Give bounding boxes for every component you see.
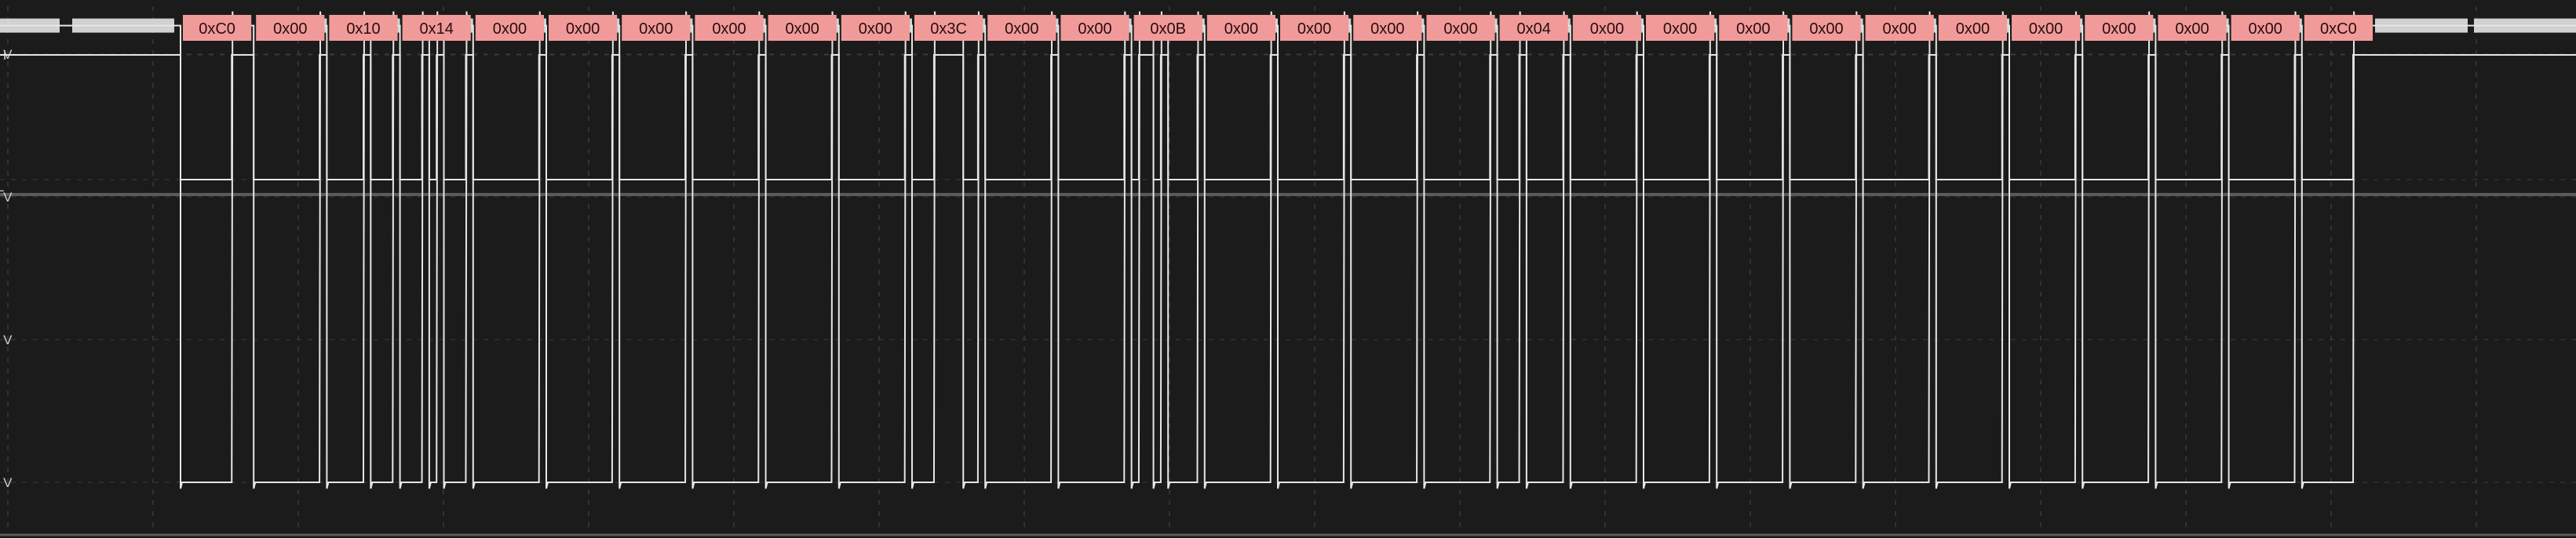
decoded-byte-label: 0x00 — [712, 20, 746, 38]
y-axis-tick-label: 2 V — [0, 333, 13, 347]
decoded-byte-label: 0x0B — [1150, 20, 1186, 38]
decoded-byte-label: 0x14 — [420, 20, 454, 38]
decoded-byte-label: 0x00 — [1224, 20, 1258, 38]
waveform-canvas[interactable]: HL8 V6 V4 V2 V0 V0xC00x000x100x140x000x0… — [0, 0, 2576, 538]
logic-analyzer-view: HL8 V6 V4 V2 V0 V0xC00x000x100x140x000x0… — [0, 0, 2576, 538]
decoded-byte-label: 0x00 — [1956, 20, 1990, 38]
analog-noise-band — [72, 18, 174, 33]
decoded-byte-label: 0x3C — [930, 20, 967, 38]
decoded-byte-label: 0x00 — [639, 20, 673, 38]
decoded-byte-label: 0x00 — [1663, 20, 1697, 38]
decoded-byte-label: 0x00 — [2102, 20, 2136, 38]
decoded-byte-label: 0x00 — [1297, 20, 1331, 38]
analog-trace — [0, 11, 2576, 489]
decoded-byte-label: 0x00 — [1005, 20, 1038, 38]
decoded-byte-label: 0x00 — [273, 20, 307, 38]
decoded-byte-label: 0x00 — [1736, 20, 1770, 38]
decoded-byte-label: 0x00 — [859, 20, 892, 38]
analog-noise-band — [2375, 18, 2468, 33]
decoded-byte-label: 0x00 — [2029, 20, 2063, 38]
y-axis-tick-label: 0 V — [0, 475, 13, 490]
decoded-byte-label: 0x00 — [566, 20, 600, 38]
decoded-byte-label: 0x10 — [346, 20, 380, 38]
decoded-byte-label: 0x04 — [1517, 20, 1551, 38]
decoded-byte-label: 0xC0 — [199, 20, 235, 38]
decoded-byte-label: 0x00 — [1443, 20, 1477, 38]
analog-noise-band — [2474, 18, 2576, 33]
decoded-byte-label: 0xC0 — [2320, 20, 2357, 38]
decoded-byte-label: 0x00 — [1590, 20, 1624, 38]
decoded-byte-label: 0x00 — [1370, 20, 1404, 38]
decoded-byte-label: 0x00 — [1809, 20, 1843, 38]
y-axis-tick-label: 4 V — [0, 190, 13, 205]
decoded-byte-label: 0x00 — [1883, 20, 1917, 38]
decoded-byte-label: 0x00 — [1078, 20, 1111, 38]
decoded-byte-label: 0x00 — [2175, 20, 2209, 38]
decoded-byte-label: 0x00 — [786, 20, 819, 38]
decoded-byte-label: 0x00 — [493, 20, 527, 38]
digital-trace — [0, 54, 2576, 180]
decoded-byte-label: 0x00 — [2249, 20, 2282, 38]
analog-noise-band — [0, 18, 60, 33]
